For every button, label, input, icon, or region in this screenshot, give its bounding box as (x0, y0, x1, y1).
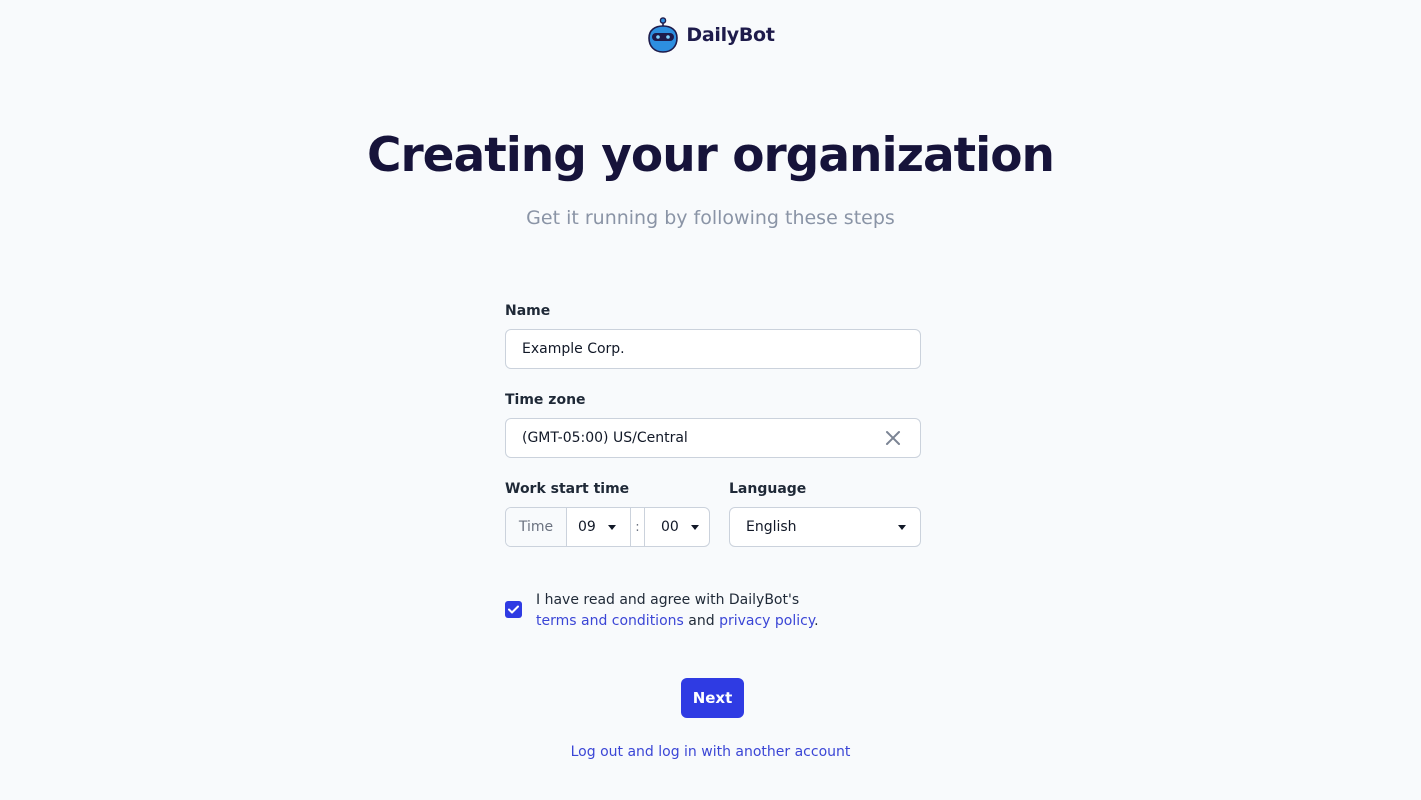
agreement-prefix: I have read and agree with DailyBot's (536, 592, 800, 608)
name-label: Name (505, 303, 551, 319)
language-value: English (746, 519, 797, 535)
agreement-and: and (683, 613, 720, 629)
language-field: Language English (729, 480, 921, 547)
language-label: Language (729, 481, 807, 497)
hour-select[interactable]: 09 (567, 508, 631, 546)
terms-agreement: I have read and agree with DailyBot's te… (505, 590, 925, 632)
minute-select[interactable]: 00 (645, 508, 709, 546)
language-select[interactable]: English (729, 507, 921, 547)
agreement-end: . (814, 613, 819, 629)
hour-value: 09 (578, 519, 596, 535)
logout-link[interactable]: Log out and log in with another account (0, 744, 1421, 760)
time-addon: Time (506, 508, 567, 546)
privacy-link[interactable]: privacy policy (719, 613, 814, 629)
caret-down-icon (898, 525, 906, 530)
organization-form: Name Time zone (GMT-05:00) US/Central Wo… (505, 302, 921, 547)
agreement-text: I have read and agree with DailyBot's te… (536, 590, 819, 632)
close-icon[interactable] (884, 429, 902, 447)
time-separator: : (631, 508, 645, 546)
work-start-label: Work start time (505, 481, 630, 497)
work-start-time-picker: Time 09 : 00 (505, 507, 710, 547)
timezone-select[interactable]: (GMT-05:00) US/Central (505, 418, 921, 458)
timezone-value: (GMT-05:00) US/Central (522, 430, 688, 446)
caret-down-icon (691, 525, 699, 530)
next-button[interactable]: Next (681, 678, 744, 718)
terms-link[interactable]: terms and conditions (536, 613, 684, 629)
check-icon (508, 605, 519, 614)
caret-down-icon (608, 525, 616, 530)
robot-icon (648, 17, 679, 53)
timezone-label: Time zone (505, 392, 586, 408)
work-start-field: Work start time Time 09 : 00 (505, 480, 710, 547)
onboarding-page: DailyBot Creating your organization Get … (0, 0, 1421, 800)
brand-name: DailyBot (686, 24, 775, 46)
name-input[interactable] (505, 329, 921, 369)
name-field: Name (505, 302, 921, 369)
timezone-field: Time zone (GMT-05:00) US/Central (505, 391, 921, 458)
agree-checkbox[interactable] (505, 601, 522, 618)
brand: DailyBot (0, 16, 1421, 54)
time-language-row: Work start time Time 09 : 00 Language En… (505, 480, 921, 547)
minute-value: 00 (661, 519, 679, 535)
page-title: Creating your organization (366, 128, 1055, 183)
page-subtitle: Get it running by following these steps (526, 207, 895, 229)
